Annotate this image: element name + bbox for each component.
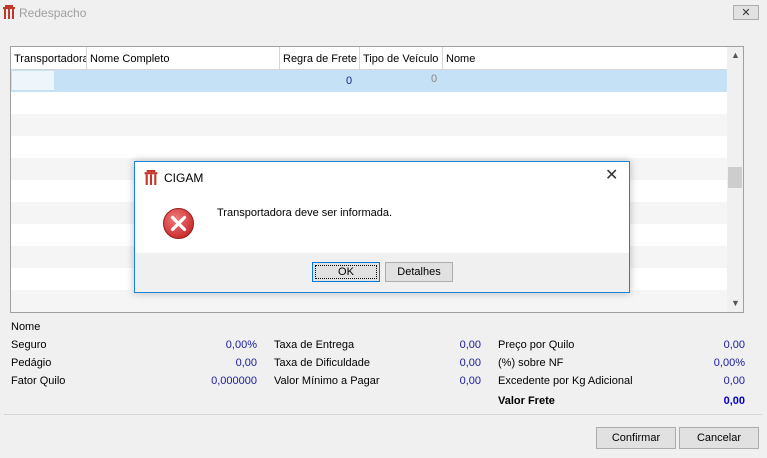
sobre-nf-value: 0,00%: [713, 357, 745, 369]
ok-button-label: OK: [338, 266, 354, 278]
column-header-regra-frete[interactable]: Regra de Frete: [280, 47, 360, 69]
table-row-selected[interactable]: 0 0: [11, 70, 727, 92]
selected-cell-transportadora[interactable]: [12, 71, 54, 90]
taxa-dificuldade-value: 0,00: [459, 357, 481, 369]
taxa-entrega-value: 0,00: [459, 339, 481, 351]
taxa-dificuldade-label: Taxa de Dificuldade: [274, 357, 371, 369]
cigam-logo-icon: [144, 170, 158, 185]
seguro-value: 0,00%: [225, 339, 257, 351]
valor-frete-value: 0,00: [723, 395, 745, 407]
window-title: Redespacho: [19, 6, 87, 20]
pedagio-label: Pedágio: [11, 357, 52, 369]
dialog-titlebar: CIGAM ✕: [135, 162, 629, 192]
preco-quilo-value: 0,00: [723, 339, 745, 351]
valor-frete-label: Valor Frete: [498, 395, 555, 407]
fator-quilo-value: 0,000000: [211, 375, 257, 387]
error-dialog: CIGAM ✕ Transportadora deve ser informad…: [134, 161, 630, 293]
sobre-nf-label: (%) sobre NF: [498, 357, 564, 369]
dialog-body: Transportadora deve ser informada.: [135, 192, 629, 253]
table-row[interactable]: [11, 114, 727, 136]
dialog-title: CIGAM: [164, 171, 204, 185]
cancel-button-label: Cancelar: [696, 432, 742, 444]
pedagio-value: 0,00: [235, 357, 257, 369]
window-close-button[interactable]: ✕: [733, 5, 759, 20]
confirm-button[interactable]: Confirmar: [596, 427, 676, 449]
table-row[interactable]: [11, 92, 727, 114]
scroll-up-icon[interactable]: ▲: [727, 47, 743, 64]
column-header-nome[interactable]: Nome: [443, 47, 727, 69]
grid-header: Transportadora Nome Completo Regra de Fr…: [11, 47, 727, 70]
column-header-nome-completo[interactable]: Nome Completo: [87, 47, 280, 69]
valor-minimo-value: 0,00: [459, 375, 481, 387]
scrollbar-thumb[interactable]: [728, 167, 742, 188]
cell-tipo-veiculo: 0: [431, 73, 438, 85]
ok-button[interactable]: OK: [312, 262, 380, 282]
close-icon: ✕: [741, 7, 751, 19]
footer-divider: [4, 414, 762, 415]
confirm-button-label: Confirmar: [611, 432, 661, 444]
cell-regra-frete: 0: [346, 75, 353, 87]
nome-label: Nome: [11, 321, 41, 333]
window-titlebar: Redespacho ✕: [0, 0, 767, 26]
cigam-logo-icon: [3, 5, 15, 19]
seguro-label: Seguro: [11, 339, 47, 351]
details-button-label: Detalhes: [397, 266, 441, 278]
table-row[interactable]: [11, 136, 727, 158]
preco-quilo-label: Preço por Quilo: [498, 339, 575, 351]
column-header-transportadora[interactable]: Transportadora: [11, 47, 87, 69]
fator-quilo-label: Fator Quilo: [11, 375, 66, 387]
dialog-close-icon[interactable]: ✕: [605, 168, 618, 184]
column-header-tipo-veiculo[interactable]: Tipo de Veículo: [360, 47, 443, 69]
vertical-scrollbar[interactable]: ▲ ▼: [727, 47, 743, 312]
excedente-label: Excedente por Kg Adicional: [498, 375, 633, 387]
cancel-button[interactable]: Cancelar: [679, 427, 759, 449]
scroll-down-icon[interactable]: ▼: [727, 295, 743, 312]
error-x-icon: [163, 208, 194, 239]
valor-minimo-label: Valor Mínimo a Pagar: [274, 375, 380, 387]
table-row[interactable]: [11, 290, 727, 312]
dialog-message: Transportadora deve ser informada.: [217, 207, 393, 219]
excedente-value: 0,00: [723, 375, 745, 387]
taxa-entrega-label: Taxa de Entrega: [274, 339, 355, 351]
details-button[interactable]: Detalhes: [385, 262, 453, 282]
